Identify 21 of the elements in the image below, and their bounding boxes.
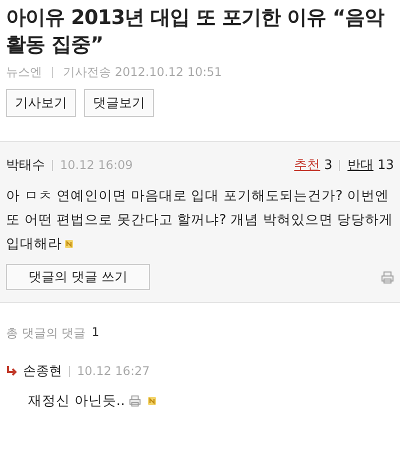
oppose-link[interactable]: 반대 xyxy=(347,156,374,174)
reply-time: 10.12 16:27 xyxy=(77,364,150,378)
reply-arrow-icon xyxy=(6,365,18,377)
recommend-link[interactable]: 추천 xyxy=(294,156,320,174)
news-source: 뉴스엔 xyxy=(6,64,42,81)
reply-button[interactable]: 댓글의 댓글 쓰기 xyxy=(6,264,150,290)
oppose-count: 13 xyxy=(377,158,394,172)
view-button[interactable]: 기사보기 xyxy=(6,89,76,117)
comment-author: 박태수 xyxy=(6,157,45,174)
comment-text: 아 ㅁㅊ 연예인이면 마음대로 입대 포기해도되는건가? 이번엔 또 어떤 편법으로 못간다고 할꺼냐? 개념 박혀있으면 당당하게 입대해라 xyxy=(6,188,394,252)
article-title: 아이유 2013년 대입 또 포기한 이유 “음악 활동 집중” xyxy=(6,4,386,58)
recommend-count: 3 xyxy=(324,158,332,172)
replies-total-count: 1 xyxy=(92,325,100,341)
printer-icon[interactable] xyxy=(128,395,141,407)
reply-text: 재정신 아닌듯.. xyxy=(28,392,125,410)
comment-time: 10.12 16:09 xyxy=(60,158,133,172)
reply-author: 손종현 xyxy=(23,363,62,380)
sent-time: 기사전송 2012.10.12 10:51 xyxy=(63,64,222,81)
replies-total-label: 총 댓글의 댓글 xyxy=(6,325,86,342)
view-button[interactable]: 댓글보기 xyxy=(84,89,154,117)
printer-icon[interactable] xyxy=(381,270,394,284)
